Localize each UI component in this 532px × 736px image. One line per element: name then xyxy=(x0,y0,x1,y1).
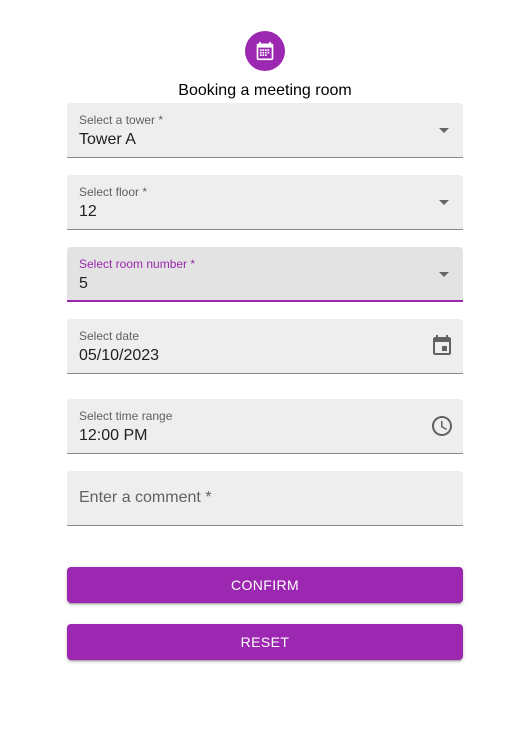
page-title: Booking a meeting room xyxy=(178,82,352,99)
date-field[interactable]: Select date 05/10/2023 xyxy=(67,319,463,374)
reset-button[interactable]: RESET xyxy=(67,624,463,660)
time-range-field-label: Select time range xyxy=(79,409,173,423)
calendar-icon[interactable] xyxy=(430,334,454,358)
header-avatar xyxy=(245,31,285,71)
tower-select-label: Select a tower * xyxy=(79,113,164,127)
date-field-value: 05/10/2023 xyxy=(79,347,160,364)
floor-select-value: 12 xyxy=(79,203,97,220)
chevron-down-icon[interactable] xyxy=(439,128,449,133)
date-field-label: Select date xyxy=(79,329,140,343)
time-range-field[interactable]: Select time range 12:00 PM xyxy=(67,399,463,454)
clock-icon[interactable] xyxy=(430,414,454,438)
chevron-down-icon[interactable] xyxy=(439,200,449,205)
tower-select-value: Tower A xyxy=(79,131,136,148)
time-range-field-value: 12:00 PM xyxy=(79,427,148,444)
floor-select-label: Select floor * xyxy=(79,185,148,199)
room-select-value: 5 xyxy=(79,275,88,292)
room-select[interactable]: Select room number * 5 xyxy=(67,247,463,302)
floor-select[interactable]: Select floor * 12 xyxy=(67,175,463,230)
chevron-down-icon[interactable] xyxy=(439,272,449,277)
calendar-icon xyxy=(256,41,274,61)
confirm-button[interactable]: CONFIRM xyxy=(67,567,463,603)
comment-field-placeholder: Enter a comment * xyxy=(79,489,212,506)
room-select-label: Select room number * xyxy=(79,257,196,271)
comment-field[interactable]: Enter a comment * xyxy=(67,471,463,526)
tower-select[interactable]: Select a tower * Tower A xyxy=(67,103,463,158)
